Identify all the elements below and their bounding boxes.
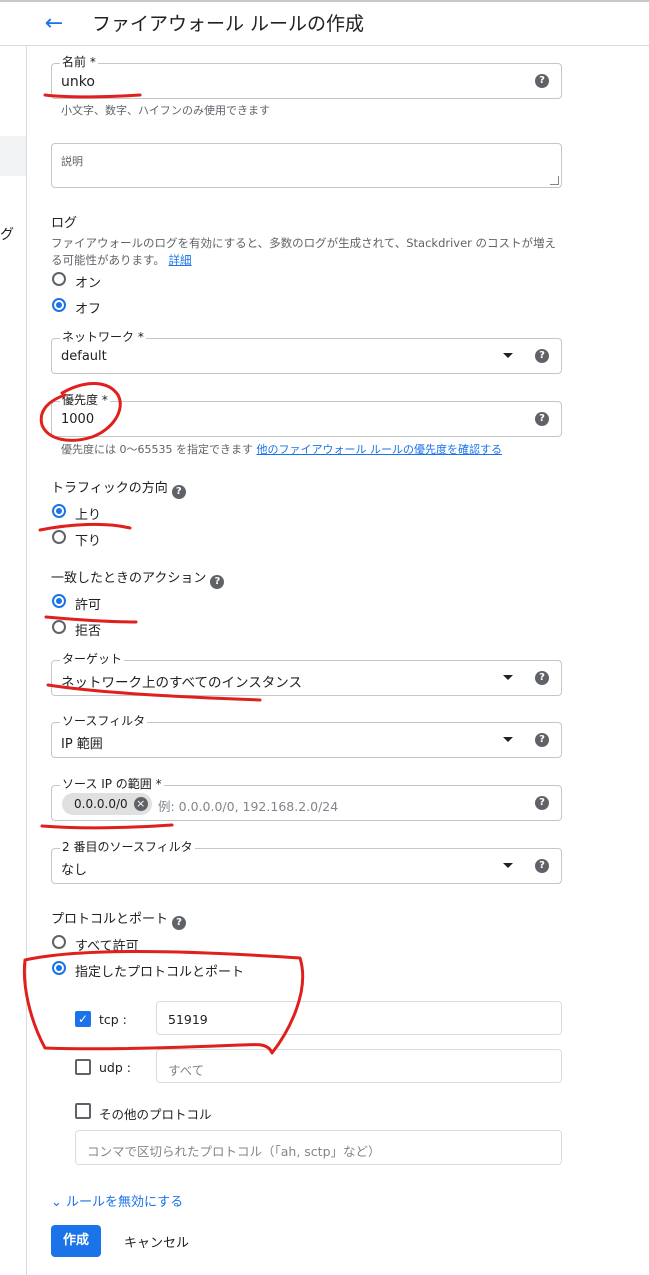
help-icon[interactable]: ? — [535, 74, 549, 88]
help-icon[interactable]: ? — [535, 412, 549, 426]
source-filter-label: ソースフィルタ — [60, 714, 148, 728]
priority-field[interactable]: 優先度 * 1000 ? — [51, 393, 562, 437]
udp-label: udp : — [99, 1060, 131, 1075]
target-label: ターゲット — [60, 652, 125, 666]
tcp-ports-value: 51919 — [168, 1012, 208, 1027]
source-ip-field[interactable]: ソース IP の範囲 * 0.0.0.0/0 × 例: 0.0.0.0/0, 19… — [51, 777, 562, 821]
tcp-checkbox[interactable]: ✓ — [75, 1011, 91, 1027]
help-icon[interactable]: ? — [535, 796, 549, 810]
priority-value: 1000 — [61, 412, 95, 427]
chevron-down-icon: ⌄ — [51, 1195, 62, 1210]
source-ip-label: ソース IP の範囲 * — [60, 777, 164, 791]
page-title: ファイアウォール ルールの作成 — [92, 13, 365, 35]
tcp-label: tcp : — [99, 1012, 127, 1027]
disable-rule-label: ルールを無効にする — [66, 1195, 184, 1210]
udp-ports-placeholder: すべて — [168, 1063, 205, 1078]
source-filter-select[interactable]: ソースフィルタ IP 範囲 ? — [51, 714, 562, 758]
help-icon[interactable]: ? — [172, 916, 187, 930]
specified-protocols-label: 指定したプロトコルとポート — [75, 965, 245, 980]
help-icon[interactable]: ? — [535, 733, 549, 747]
radio-button-icon — [52, 935, 66, 949]
action-title: 一致したときのアクション? — [51, 567, 225, 589]
udp-ports-input[interactable]: すべて — [156, 1049, 562, 1083]
direction-title: トラフィックの方向? — [51, 477, 186, 499]
help-icon[interactable]: ? — [535, 349, 549, 363]
logs-title: ログ — [51, 216, 78, 231]
logs-description: ファイアウォールのログを有効にすると、多数のログが生成されて、Stackdriv… — [51, 236, 557, 267]
logs-on-label: オン — [75, 276, 102, 291]
target-value: ネットワーク上のすべてのインスタンス — [61, 675, 302, 691]
ip-chip: 0.0.0.0/0 × — [62, 793, 152, 815]
other-protocols-checkbox[interactable] — [75, 1103, 91, 1119]
other-protocols-input[interactable]: コンマで区切られたプロトコル（「ah, sctp」など） — [75, 1130, 562, 1165]
network-select[interactable]: ネットワーク * default ? — [51, 330, 562, 374]
arrow-back-icon[interactable]: ← — [42, 12, 66, 36]
close-icon[interactable]: × — [133, 797, 148, 811]
radio-button-icon — [52, 530, 66, 544]
network-label: ネットワーク * — [60, 330, 146, 344]
source-filter-value: IP 範囲 — [61, 737, 103, 752]
description-label: 説明 — [61, 155, 83, 168]
other-protocols-placeholder: コンマで区切られたプロトコル（「ah, sctp」など） — [87, 1144, 381, 1159]
dropdown-arrow-icon — [503, 863, 513, 868]
dropdown-arrow-icon — [503, 353, 513, 358]
allow-all-label: すべて許可 — [75, 939, 139, 954]
second-source-filter-select[interactable]: 2 番目のソースフィルタ なし ? — [51, 840, 562, 884]
priority-hint: 優先度には 0～65535 を指定できます 他のファイアウォール ルールの優先度… — [61, 443, 502, 456]
left-nav-clipped-label: グ — [0, 227, 14, 243]
dropdown-arrow-icon — [503, 675, 513, 680]
ingress-label: 上り — [75, 508, 102, 523]
top-app-bar: ← ファイアウォール ルールの作成 — [0, 0, 649, 46]
dropdown-arrow-icon — [503, 737, 513, 742]
second-filter-label: 2 番目のソースフィルタ — [60, 840, 195, 854]
left-nav-rail: グ — [0, 46, 27, 1275]
ip-chip-label: 0.0.0.0/0 — [74, 797, 128, 811]
radio-button-icon — [52, 504, 66, 518]
logs-learn-more-link[interactable]: 詳細 — [169, 253, 192, 267]
disable-rule-toggle[interactable]: ⌄ ルールを無効にする — [51, 1191, 183, 1210]
other-protocols-label: その他のプロトコル — [99, 1107, 212, 1122]
help-icon[interactable]: ? — [535, 859, 549, 873]
radio-button-icon — [52, 961, 66, 975]
priority-link[interactable]: 他のファイアウォール ルールの優先度を確認する — [256, 443, 502, 456]
left-nav-selected-item[interactable] — [0, 136, 26, 176]
radio-button-icon — [52, 298, 66, 312]
name-label: 名前 * — [60, 55, 98, 69]
name-field[interactable]: 名前 * unko ? — [51, 55, 562, 99]
cancel-button[interactable]: キャンセル — [124, 1232, 189, 1251]
allow-label: 許可 — [75, 598, 102, 613]
radio-button-icon — [52, 594, 66, 608]
network-value: default — [61, 349, 107, 364]
resize-handle-icon[interactable] — [550, 176, 559, 185]
help-icon[interactable]: ? — [210, 575, 225, 589]
egress-label: 下り — [75, 534, 102, 549]
help-icon[interactable]: ? — [535, 671, 549, 685]
target-select[interactable]: ターゲット ネットワーク上のすべてのインスタンス ? — [51, 652, 562, 696]
tcp-ports-input[interactable]: 51919 — [156, 1001, 562, 1035]
create-button[interactable]: 作成 — [51, 1225, 101, 1257]
logs-off-label: オフ — [75, 302, 102, 317]
priority-label: 優先度 * — [60, 393, 110, 407]
protocols-title: プロトコルとポート? — [51, 908, 187, 930]
radio-button-icon — [52, 620, 66, 634]
description-field[interactable]: 説明 — [51, 143, 562, 188]
udp-checkbox[interactable] — [75, 1059, 91, 1075]
source-ip-placeholder: 例: 0.0.0.0/0, 192.168.2.0/24 — [158, 799, 339, 814]
name-value: unko — [61, 74, 95, 90]
deny-label: 拒否 — [75, 624, 102, 639]
second-filter-value: なし — [61, 863, 88, 878]
annotation-underline-source-ip — [40, 823, 174, 830]
help-icon[interactable]: ? — [171, 485, 186, 499]
radio-button-icon — [52, 272, 66, 286]
name-hint: 小文字、数字、ハイフンのみ使用できます — [61, 104, 270, 117]
